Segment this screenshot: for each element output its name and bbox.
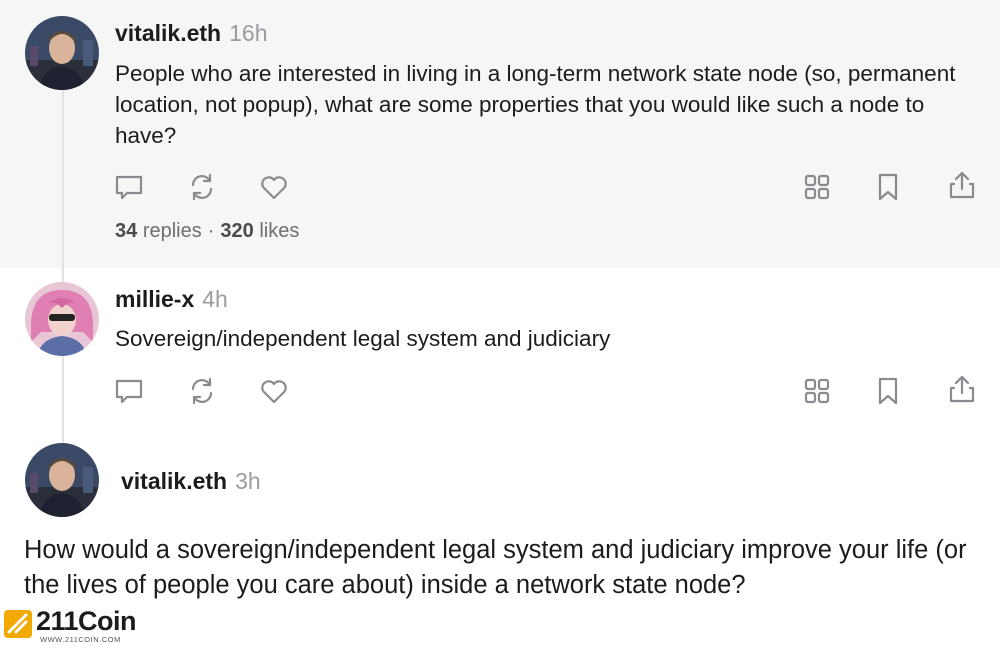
comment-icon[interactable] bbox=[114, 172, 144, 202]
replies-stat[interactable]: 34 replies bbox=[115, 220, 202, 243]
replies-count: 34 bbox=[115, 220, 138, 242]
stats-separator: · bbox=[207, 220, 215, 242]
likes-count: 320 bbox=[220, 220, 254, 242]
heart-icon[interactable] bbox=[259, 172, 289, 202]
post-stats: 34 replies · 320 likes bbox=[115, 220, 299, 243]
avatar[interactable] bbox=[25, 282, 99, 356]
share-icon[interactable] bbox=[947, 374, 977, 404]
avatar[interactable] bbox=[25, 16, 99, 90]
author-handle[interactable]: vitalik.eth bbox=[121, 468, 227, 495]
replies-label: replies bbox=[142, 220, 202, 242]
post-header: vitalik.eth 3h bbox=[121, 468, 261, 495]
post-header: vitalik.eth 16h bbox=[115, 20, 267, 47]
post-time[interactable]: 3h bbox=[235, 468, 261, 495]
share-icon[interactable] bbox=[947, 170, 977, 200]
likes-label: likes bbox=[259, 220, 300, 242]
heart-icon[interactable] bbox=[259, 376, 289, 406]
author-handle[interactable]: vitalik.eth bbox=[115, 20, 221, 47]
post-time[interactable]: 4h bbox=[202, 286, 228, 313]
watermark-logo-icon bbox=[4, 610, 32, 638]
author-handle[interactable]: millie-x bbox=[115, 286, 194, 313]
watermark-brand: 211Coin bbox=[36, 606, 137, 636]
bookmark-icon[interactable] bbox=[873, 172, 903, 202]
watermark-url: WWW.211COIN.COM bbox=[40, 635, 121, 644]
post-text: People who are interested in living in a… bbox=[115, 61, 956, 148]
bookmark-icon[interactable] bbox=[873, 376, 903, 406]
repost-icon[interactable] bbox=[187, 376, 217, 406]
watermark: 211Coin WWW.211COIN.COM bbox=[0, 604, 160, 648]
post-header: millie-x 4h bbox=[115, 286, 228, 313]
avatar[interactable] bbox=[25, 443, 99, 517]
likes-stat[interactable]: 320 likes bbox=[220, 220, 299, 243]
comment-icon[interactable] bbox=[114, 376, 144, 406]
post-text: How would a sovereign/independent legal … bbox=[24, 536, 967, 599]
repost-icon[interactable] bbox=[187, 172, 217, 202]
grid-icon[interactable] bbox=[802, 172, 832, 202]
post-text: Sovereign/independent legal system and j… bbox=[115, 326, 611, 351]
post-time[interactable]: 16h bbox=[229, 20, 267, 47]
grid-icon[interactable] bbox=[802, 376, 832, 406]
